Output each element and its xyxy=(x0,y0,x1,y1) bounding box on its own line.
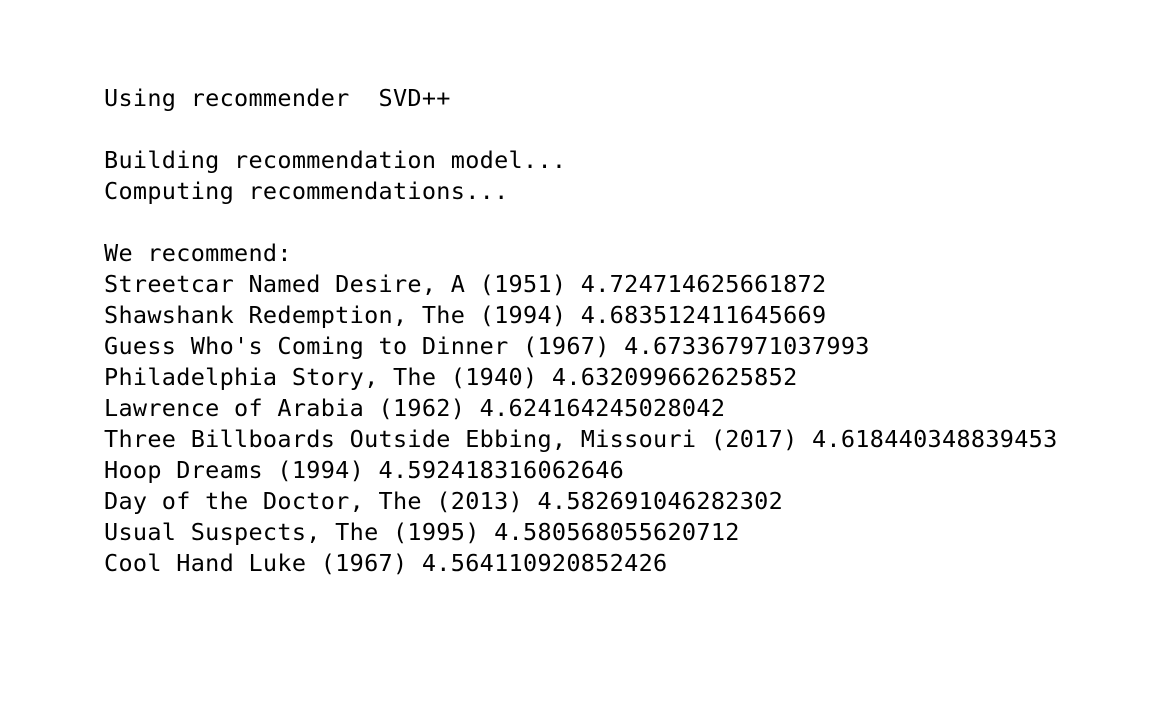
status-line-computing: Computing recommendations... xyxy=(104,177,509,205)
status-line-building: Building recommendation model... xyxy=(104,146,567,174)
recommendation-line: Streetcar Named Desire, A (1951) 4.72471… xyxy=(104,270,827,298)
console-output: Using recommender SVD++ Building recomme… xyxy=(104,83,1144,579)
recommend-heading: We recommend: xyxy=(104,239,292,267)
recommendation-line: Hoop Dreams (1994) 4.592418316062646 xyxy=(104,456,625,484)
recommendation-line: Usual Suspects, The (1995) 4.58056805562… xyxy=(104,518,740,546)
recommendation-line: Three Billboards Outside Ebbing, Missour… xyxy=(104,425,1058,453)
recommender-line: Using recommender SVD++ xyxy=(104,84,451,112)
recommendation-line: Cool Hand Luke (1967) 4.564110920852426 xyxy=(104,549,668,577)
recommendation-line: Guess Who's Coming to Dinner (1967) 4.67… xyxy=(104,332,870,360)
recommendation-line: Day of the Doctor, The (2013) 4.58269104… xyxy=(104,487,784,515)
recommendation-line: Shawshank Redemption, The (1994) 4.68351… xyxy=(104,301,827,329)
recommendation-line: Philadelphia Story, The (1940) 4.6320996… xyxy=(104,363,798,391)
recommendation-line: Lawrence of Arabia (1962) 4.624164245028… xyxy=(104,394,726,422)
